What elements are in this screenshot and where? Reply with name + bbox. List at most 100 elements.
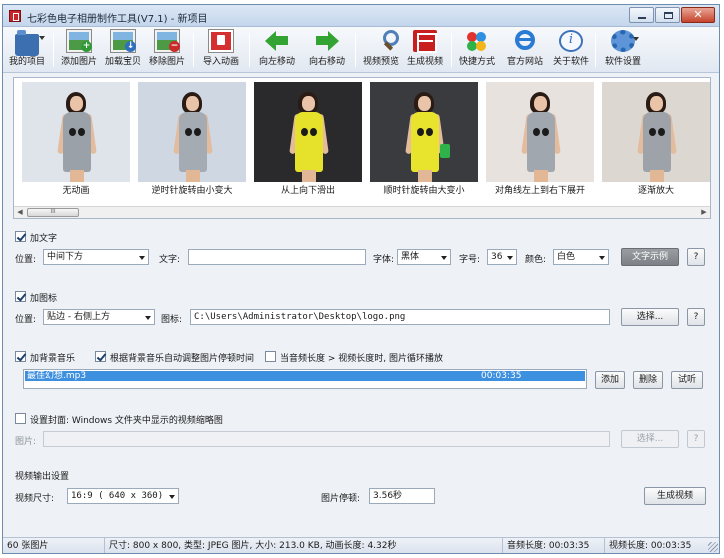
track-name: 最佳幻想.mp3 [27,371,87,381]
logo-icon-label: 图标: [161,315,183,325]
add-music-label: 加背景音乐 [30,354,76,364]
set-cover-checkbox[interactable] [15,413,26,424]
output-settings-title: 视频输出设置 [15,472,70,482]
thumbnail-image [254,82,362,182]
image-pause-input[interactable]: 3.56秒 [369,488,435,504]
audio-length: 音频长度: 00:03:35 [503,538,605,553]
image-pause-label: 图片停顿: [321,494,361,504]
thumbnail-image [486,82,594,182]
text-help-button[interactable]: ? [687,248,705,266]
add-music-checkbox[interactable] [15,351,26,362]
cover-image-input[interactable] [43,431,610,447]
thumbnail-item[interactable]: 无动画 [22,82,130,196]
import-icon [208,29,234,53]
generate-video-button[interactable]: 生成视频 [405,30,445,70]
thumbnail-caption: 从上向下滑出 [280,186,335,196]
toolbar-label: 添加图片 [60,57,97,67]
toolbar-label: 视频预览 [362,57,399,67]
scroll-left-icon[interactable]: ◀ [14,207,26,218]
close-button[interactable]: ✕ [681,7,715,23]
shortcut-button[interactable]: 快捷方式 [457,30,497,70]
delete-music-button[interactable]: 删除 [633,371,663,389]
cover-image-label: 图片: [15,437,37,447]
chevron-down-icon [507,256,513,260]
maximize-button[interactable] [655,7,680,23]
app-logo-icon [9,10,21,22]
color-select[interactable]: 白色 [553,249,609,265]
add-music-button[interactable]: 添加 [595,371,625,389]
track-duration: 00:03:35 [481,371,522,381]
move-right-button[interactable]: 向右移动 [305,30,349,70]
horizontal-scrollbar[interactable]: ◀ III ▶ [14,206,710,218]
text-label: 文字: [159,255,181,265]
scroll-right-icon[interactable]: ▶ [698,207,710,218]
thumbnail-image [138,82,246,182]
video-size-select[interactable]: 16:9 ( 640 x 360) [67,488,179,504]
dropdown-caret-icon [633,37,639,41]
about-button[interactable]: i 关于软件 [551,30,591,70]
text-position-select[interactable]: 中间下方 [43,249,149,265]
window-controls: ✕ [629,7,715,23]
shortcut-icon [465,30,489,52]
chevron-down-icon [441,256,447,260]
image-info: 尺寸: 800 x 800, 类型: JPEG 图片, 大小: 213.0 KB… [105,538,503,553]
film-icon [413,30,437,53]
add-image-button[interactable]: + 添加图片 [59,29,99,70]
thumbnail-image [602,82,710,182]
add-logo-checkbox[interactable] [15,291,26,302]
remove-image-button[interactable]: − 移除图片 [147,29,187,70]
thumbnail-item[interactable]: 逆时针旋转由小变大 [138,82,246,196]
list-item[interactable]: 最佳幻想.mp3 00:03:35 [25,371,585,381]
thumbnail-item[interactable]: 对角线左上到右下展开 [486,82,594,196]
thumbnail-item[interactable]: 逐渐放大 [602,82,710,196]
toolbar-label: 生成视频 [406,57,443,67]
move-left-button[interactable]: 向左移动 [255,30,299,70]
logo-browse-button[interactable]: 选择... [621,308,679,326]
auto-adjust-label: 根据背景音乐自动调整图片停顿时间 [110,354,255,364]
thumbnail-item[interactable]: 从上向下滑出 [254,82,362,196]
folder-icon [15,30,45,56]
toolbar-label: 官方网站 [506,57,543,67]
chevron-down-icon [169,495,175,499]
chevron-down-icon [599,256,605,260]
add-image-icon: + [66,29,92,53]
my-project-button[interactable]: 我的项目 [7,30,47,70]
import-animation-button[interactable]: 导入动画 [199,29,243,70]
music-list[interactable]: 最佳幻想.mp3 00:03:35 [23,369,587,389]
text-sample-button[interactable]: 文字示例 [621,248,679,266]
add-text-checkbox[interactable] [15,231,26,242]
thumbnail-strip[interactable]: 无动画 逆时针旋转由小变大 从上向下滑出 顺时针旋转由大变小 对角线左上到右下展开 逐渐放… [13,77,711,219]
logo-help-button[interactable]: ? [687,308,705,326]
thumbnail-caption: 无动画 [62,186,90,196]
title-bar[interactable]: 七彩色电子相册制作工具(V7.1) - 新项目 ✕ [3,5,719,27]
info-icon: i [559,30,583,52]
output-generate-video-button[interactable]: 生成视频 [644,487,706,505]
loop-images-checkbox[interactable] [265,351,276,362]
thumbnail-item[interactable]: 顺时针旋转由大变小 [370,82,478,196]
settings-button[interactable]: 软件设置 [601,30,645,70]
website-button[interactable]: 官方网站 [503,30,547,70]
logo-position-select[interactable]: 贴边 - 右侧上方 [43,309,155,325]
text-input[interactable] [188,249,366,265]
auto-adjust-checkbox[interactable] [95,351,106,362]
thumbnail-caption: 逆时针旋转由小变大 [151,186,233,196]
thumbnail-image [370,82,478,182]
load-saved-button[interactable]: ↓ 加载宝贝 [103,29,143,70]
resize-grip-icon[interactable] [708,542,718,552]
scrollbar-thumb[interactable]: III [27,208,79,217]
arrow-left-icon [265,30,289,52]
font-size-select[interactable]: 36 [487,249,517,265]
logo-path-input[interactable]: C:\Users\Administrator\Desktop\logo.png [190,309,610,325]
cover-browse-button[interactable]: 选择... [621,430,679,448]
font-select[interactable]: 黑体 [397,249,451,265]
font-label: 字体: [373,255,395,265]
cover-help-button[interactable]: ? [687,430,705,448]
video-size-label: 视频尺寸: [15,494,55,504]
toolbar-label: 移除图片 [148,57,185,67]
add-logo-label: 加图标 [30,294,58,304]
video-preview-button[interactable]: 视频预览 [361,30,401,70]
thumbnail-caption: 顺时针旋转由大变小 [383,186,465,196]
listen-music-button[interactable]: 试听 [671,371,703,389]
minimize-button[interactable] [629,7,654,23]
video-length: 视频长度: 00:03:35 [609,541,692,551]
